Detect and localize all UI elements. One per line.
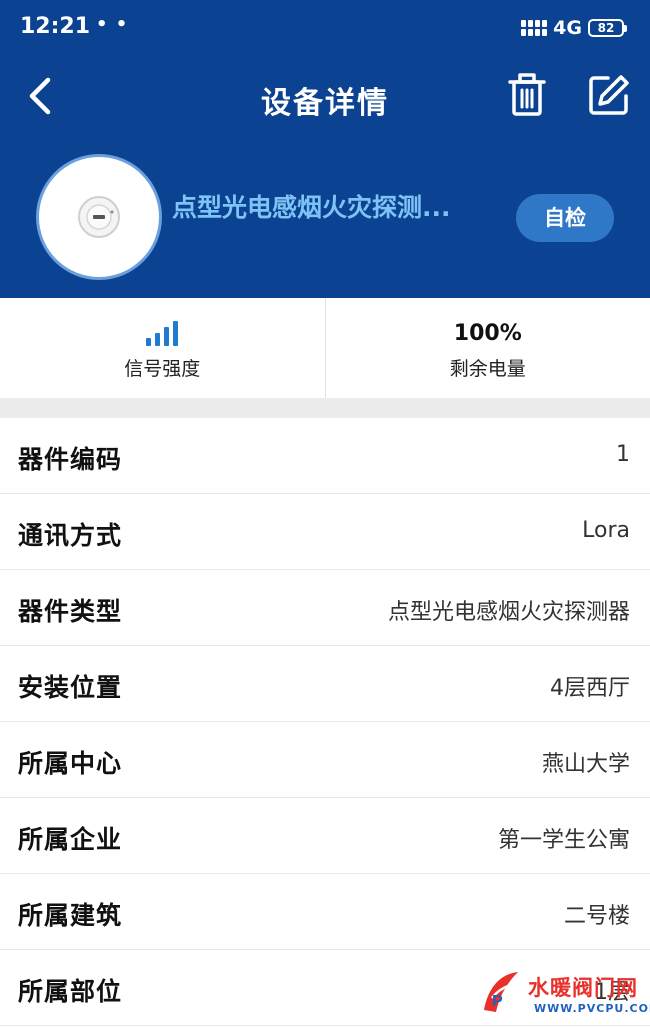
detail-label: 通讯方式 bbox=[18, 521, 123, 550]
status-time: 12:21 bbox=[20, 14, 91, 39]
header: 12:21 • • 4G 82 设备详情 点型光电感烟火灾探测... 自检 bbox=[0, 0, 650, 298]
device-image bbox=[36, 154, 162, 280]
list-item: 器件类型 点型光电感烟火灾探测器 bbox=[0, 570, 650, 646]
detail-label: 所属企业 bbox=[18, 825, 123, 854]
signal-bars-icon bbox=[146, 320, 179, 346]
detail-label: 安装位置 bbox=[18, 673, 123, 702]
device-stats: 信号强度 100% 剩余电量 bbox=[0, 298, 650, 398]
stat-battery-label: 剩余电量 bbox=[449, 358, 526, 380]
section-divider bbox=[0, 398, 650, 418]
detail-value: 燕山大学 bbox=[541, 752, 630, 777]
list-item: 所属建筑 二号楼 bbox=[0, 874, 650, 950]
watermark: P 水暖阀门网 WWW.PVCPU.COM bbox=[470, 962, 650, 1027]
detail-value: Lora bbox=[582, 518, 630, 543]
list-item: 所属中心 燕山大学 bbox=[0, 722, 650, 798]
edit-button[interactable] bbox=[586, 72, 632, 118]
list-item: 器件编码 1 bbox=[0, 418, 650, 494]
battery-icon: 82 bbox=[588, 19, 627, 37]
cellular-signal-icon bbox=[521, 20, 548, 36]
status-indicators: 4G 82 bbox=[521, 16, 627, 40]
detail-list: 器件编码 1 通讯方式 Lora 器件类型 点型光电感烟火灾探测器 安装位置 4… bbox=[0, 418, 650, 1026]
detail-value: 1 bbox=[616, 442, 630, 467]
list-item: 所属企业 第一学生公寓 bbox=[0, 798, 650, 874]
nav-bar: 设备详情 bbox=[0, 62, 650, 130]
stat-signal: 信号强度 bbox=[0, 298, 325, 398]
list-item: 通讯方式 Lora bbox=[0, 494, 650, 570]
network-type: 4G bbox=[553, 17, 582, 39]
stat-battery: 100% 剩余电量 bbox=[324, 298, 650, 398]
device-summary: 点型光电感烟火灾探测... 自检 bbox=[0, 148, 650, 288]
detail-label: 所属中心 bbox=[18, 749, 123, 778]
detail-label: 所属部位 bbox=[18, 977, 123, 1006]
device-name: 点型光电感烟火灾探测... bbox=[172, 193, 451, 222]
delete-button[interactable] bbox=[506, 72, 548, 118]
smoke-detector-icon bbox=[78, 196, 120, 238]
detail-value: 二号楼 bbox=[563, 904, 630, 929]
svg-text:P: P bbox=[492, 993, 503, 1010]
stat-signal-label: 信号强度 bbox=[124, 358, 201, 380]
page-title: 设备详情 bbox=[261, 86, 389, 121]
watermark-url: WWW.PVCPU.COM bbox=[534, 1002, 650, 1015]
detail-value: 4层西厅 bbox=[550, 676, 630, 701]
notification-dots: • • bbox=[96, 14, 129, 35]
detail-label: 器件类型 bbox=[18, 597, 123, 626]
detail-value: 点型光电感烟火灾探测器 bbox=[387, 600, 630, 625]
list-item: 安装位置 4层西厅 bbox=[0, 646, 650, 722]
stat-battery-value: 100% bbox=[453, 321, 522, 346]
self-check-button[interactable]: 自检 bbox=[516, 194, 614, 242]
detail-value: 第一学生公寓 bbox=[497, 828, 630, 853]
battery-level: 82 bbox=[597, 21, 615, 35]
edit-icon bbox=[589, 75, 629, 115]
status-bar: 12:21 • • 4G 82 bbox=[0, 0, 650, 56]
detail-label: 所属建筑 bbox=[18, 901, 123, 930]
watermark-text: 水暖阀门网 bbox=[528, 976, 638, 1000]
detail-label: 器件编码 bbox=[18, 445, 123, 474]
trash-icon bbox=[508, 73, 546, 116]
watermark-logo-icon: P bbox=[484, 972, 518, 1012]
